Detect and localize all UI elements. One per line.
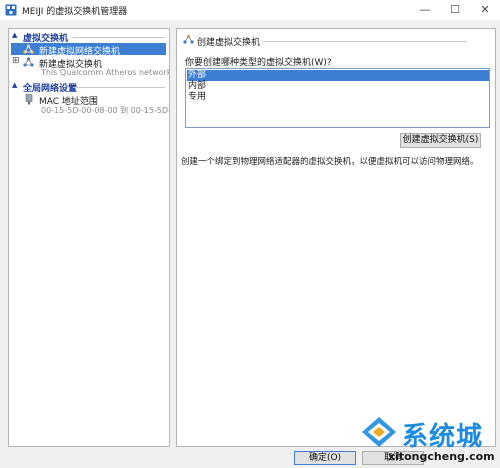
switch-type-description: 创建一个绑定到物理网络适配器的虚拟交换机，以便虚拟机可以访问物理网络。 [181,157,479,167]
tree-item-mac-range[interactable]: MAC 地址范围 00-15-5D-00-08-00 到 00-15-5D-0.… [9,93,169,115]
navigation-tree: ▲ 虚拟交换机 新建虚拟网络交换机 ⊞ 新建虚拟交换机 This Qualcom… [8,28,170,447]
maximize-button[interactable]: ☐ [440,0,470,20]
section-divider [73,87,165,88]
chevron-up-icon[interactable]: ▲ [12,31,17,39]
create-switch-button[interactable]: 创建虚拟交换机(S) [400,133,481,148]
title-bar: MEIJI 的虚拟交换机管理器 — ☐ ✕ [0,0,500,20]
network-switch-icon [183,34,194,44]
content-panel: 创建虚拟交换机 你要创建哪种类型的虚拟交换机(W)? 外部 内部 专用 创建虚拟… [176,28,496,447]
tree-item-existing-switch-adapter: This Qualcomm Atheros network C... [41,68,170,77]
tree-item-mac-range-value: 00-15-5D-00-08-00 到 00-15-5D-0... [41,106,170,115]
chevron-up-icon[interactable]: ▲ [12,81,17,89]
watermark-url: xitongcheng.com [388,450,495,463]
section-global-settings[interactable]: ▲ 全局网络设置 [9,80,169,94]
ok-button[interactable]: 确定(O) [294,451,356,465]
switch-type-question: 你要创建哪种类型的虚拟交换机(W)? [185,58,332,68]
expand-plus-icon[interactable]: ⊞ [12,56,20,66]
close-button[interactable]: ✕ [470,0,500,20]
network-adapter-icon [25,94,33,105]
watermark: 系统城 xitongcheng.com [352,412,500,468]
switch-type-option-external[interactable]: 外部 [187,70,489,81]
panel-title: 创建虚拟交换机 [197,38,261,48]
brand-logo-icon [362,417,396,447]
watermark-brand: 系统城 [402,422,484,452]
switch-type-listbox[interactable]: 外部 内部 专用 [185,68,490,128]
switch-type-option-private[interactable]: 专用 [187,92,489,103]
panel-title-divider [263,41,467,42]
network-switch-icon [23,57,34,67]
switch-manager-window: MEIJI 的虚拟交换机管理器 — ☐ ✕ ▲ 虚拟交换机 新建虚拟网络交换机 … [0,0,500,468]
switch-manager-icon [5,4,17,16]
section-divider [73,37,165,38]
minimize-button[interactable]: — [410,0,440,20]
section-virtual-switches[interactable]: ▲ 虚拟交换机 [9,30,169,44]
window-title: MEIJI 的虚拟交换机管理器 [22,7,128,17]
switch-type-option-internal[interactable]: 内部 [187,81,489,92]
tree-item-new-switch[interactable]: 新建虚拟网络交换机 [11,43,166,57]
network-switch-icon [23,44,34,54]
tree-item-existing-switch[interactable]: ⊞ 新建虚拟交换机 This Qualcomm Atheros network … [9,56,169,78]
